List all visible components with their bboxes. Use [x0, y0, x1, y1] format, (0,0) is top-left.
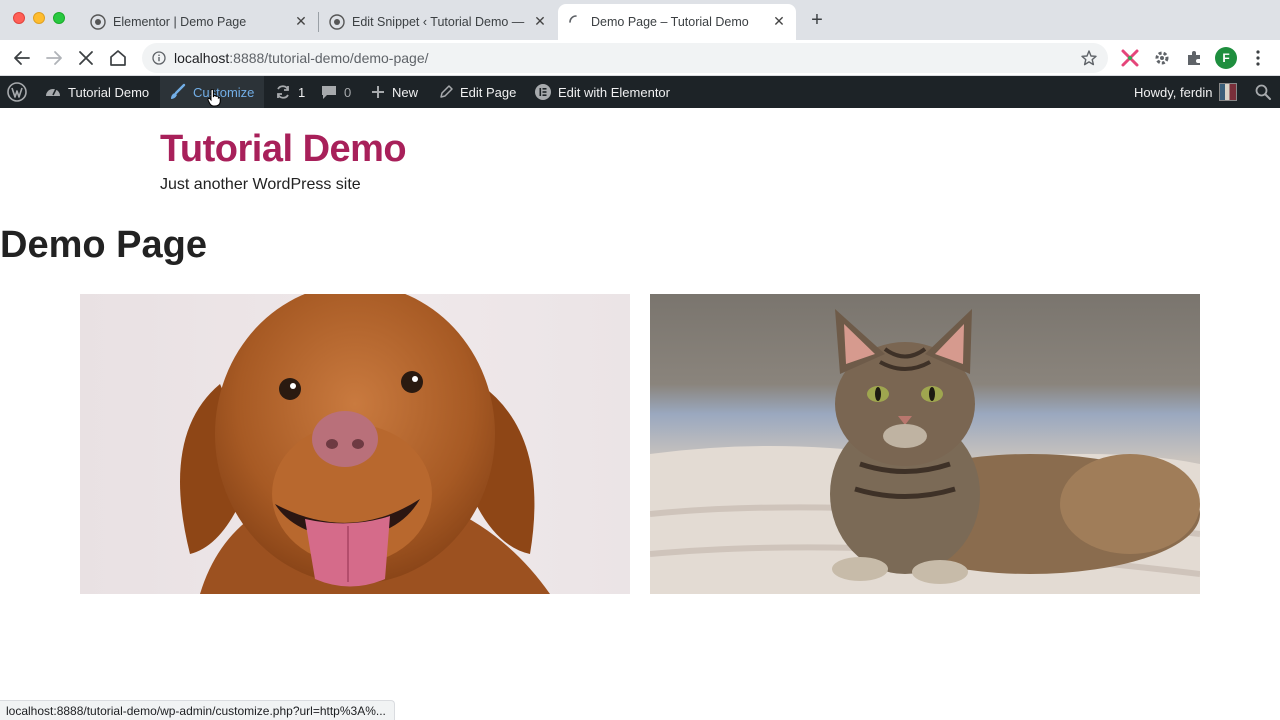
updates-count: 1: [298, 84, 306, 100]
link-status-bar: localhost:8888/tutorial-demo/wp-admin/cu…: [0, 700, 395, 720]
more-menu-icon[interactable]: [1252, 48, 1264, 68]
wp-admin-bar: Tutorial Demo Customize 1 0 New Edit Pag…: [0, 76, 1280, 108]
address-url: localhost:8888/tutorial-demo/demo-page/: [174, 50, 429, 66]
stop-loading-icon[interactable]: [75, 47, 97, 69]
url-path: :8888/tutorial-demo/demo-page/: [229, 50, 429, 66]
window-minimize-button[interactable]: [33, 12, 45, 24]
plus-icon: [372, 86, 384, 98]
window-zoom-button[interactable]: [53, 12, 65, 24]
url-host: localhost: [174, 50, 230, 66]
dashboard-gauge-icon: [46, 88, 60, 96]
edit-with-elementor-link[interactable]: Edit with Elementor: [534, 76, 670, 108]
site-name-menu[interactable]: Tutorial Demo: [44, 76, 149, 108]
new-tab-icon[interactable]: +: [808, 10, 826, 30]
browser-tab-edit-snippet[interactable]: Edit Snippet ‹ Tutorial Demo — ✕: [319, 4, 557, 40]
extensions-puzzle-icon[interactable]: [1184, 48, 1204, 68]
wordpress-favicon-icon: [90, 14, 106, 30]
extension-multicolor-icon[interactable]: [1120, 48, 1140, 68]
user-avatar: [1218, 83, 1237, 101]
profile-avatar[interactable]: F: [1215, 47, 1237, 69]
new-label: New: [392, 84, 419, 100]
comments-link[interactable]: 0: [320, 76, 351, 108]
dog-image-illustration: [180, 294, 550, 594]
loading-spinner-icon: [569, 15, 577, 23]
edit-page-label: Edit Page: [460, 84, 517, 100]
cat-image-illustration: [650, 309, 1200, 594]
close-tab-icon[interactable]: ✕: [772, 14, 786, 28]
site-tagline: Just another WordPress site: [160, 176, 361, 193]
tab-title: Edit Snippet ‹ Tutorial Demo —: [352, 15, 525, 29]
tab-title: Demo Page – Tutorial Demo: [591, 15, 749, 29]
new-content-menu[interactable]: New: [370, 76, 418, 108]
site-title-link[interactable]: Tutorial Demo: [160, 128, 407, 171]
browser-tab-elementor[interactable]: Elementor | Demo Page ✕: [80, 4, 318, 40]
pencil-icon: [440, 85, 453, 98]
comments-count: 0: [344, 84, 352, 100]
home-icon[interactable]: [107, 47, 129, 69]
admin-search-button[interactable]: [1254, 76, 1272, 108]
comment-bubble-icon: [322, 86, 336, 99]
browser-tab-bar: Elementor | Demo Page ✕ Edit Snippet ‹ T…: [0, 0, 1280, 40]
my-account-menu[interactable]: Howdy, ferdin: [1134, 76, 1237, 108]
extension-gear-icon[interactable]: [1152, 48, 1172, 68]
paintbrush-icon: [171, 83, 186, 99]
bookmark-star-icon[interactable]: [1080, 49, 1098, 67]
site-name-label: Tutorial Demo: [68, 84, 150, 100]
wordpress-logo-icon: [7, 82, 27, 102]
updates-link[interactable]: 1: [274, 76, 305, 108]
howdy-label: Howdy, ferdin: [1134, 84, 1213, 100]
customize-label: Customize: [193, 84, 255, 100]
window-close-button[interactable]: [13, 12, 25, 24]
browser-tab-demo-page[interactable]: Demo Page – Tutorial Demo ✕: [558, 4, 796, 40]
wp-logo-menu[interactable]: [0, 76, 34, 108]
elementor-logo-icon: [535, 84, 551, 100]
tab-title: Elementor | Demo Page: [113, 15, 247, 29]
wordpress-favicon-icon: [329, 14, 345, 30]
close-tab-icon[interactable]: ✕: [533, 14, 547, 28]
updates-refresh-icon: [277, 85, 289, 99]
search-icon: [1255, 84, 1271, 100]
edit-with-elementor-label: Edit with Elementor: [558, 84, 670, 100]
address-bar[interactable]: localhost:8888/tutorial-demo/demo-page/: [142, 43, 1108, 73]
dog-photo: [80, 294, 630, 594]
forward-arrow-icon[interactable]: [43, 47, 65, 69]
cat-photo: [650, 294, 1200, 594]
close-tab-icon[interactable]: ✕: [294, 14, 308, 28]
page-title: Demo Page: [0, 224, 207, 266]
back-arrow-icon[interactable]: [11, 47, 33, 69]
edit-page-link[interactable]: Edit Page: [438, 76, 516, 108]
hand-pointer-cursor-icon: [207, 89, 221, 107]
browser-toolbar: localhost:8888/tutorial-demo/demo-page/ …: [0, 40, 1280, 76]
site-info-icon[interactable]: [152, 51, 166, 65]
